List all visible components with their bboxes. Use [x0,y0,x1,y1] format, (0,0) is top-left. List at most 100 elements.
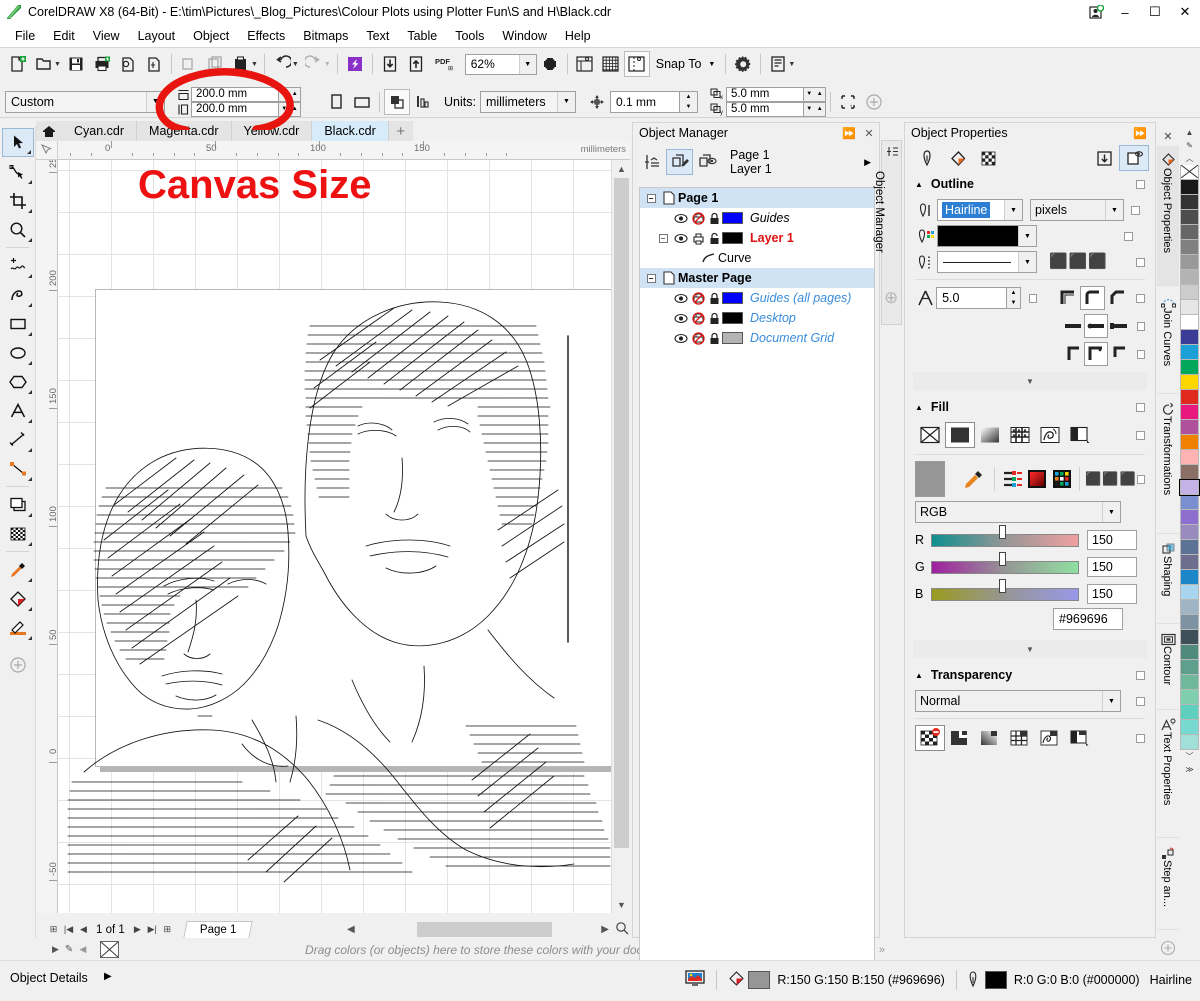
text-flyout-icon[interactable] [28,419,32,423]
ellipse-flyout-icon[interactable] [28,361,32,365]
fill-type-checkbox[interactable] [1136,431,1145,440]
no-transparency-icon[interactable] [915,725,945,751]
palette-swatch[interactable] [1180,240,1199,255]
blue-channel-value[interactable]: 150 [1087,584,1137,604]
rectangle-flyout-icon[interactable] [28,332,32,336]
landscape-orientation-button[interactable] [349,89,375,115]
bitmap-fill-icon[interactable] [1035,422,1065,448]
visibility-eye-icon[interactable] [672,233,689,244]
rail-item-contour[interactable]: Contour [1157,624,1179,710]
fill-section-expander[interactable]: ▼ [913,640,1147,658]
snap-to-menu[interactable]: Snap To ▼ [650,52,722,76]
insert-page-after-button[interactable]: ⊞ [160,921,175,938]
all-pages-button[interactable] [384,89,410,115]
color-proof-icon[interactable] [685,969,705,990]
add-docker-icon[interactable]: ⊕ [884,288,898,308]
page-tab-page1[interactable]: Page 1 [183,921,253,938]
merge-mode-combo[interactable]: Normal ▼ [915,690,1121,712]
no-color-swatch[interactable] [100,941,119,958]
tool-interactive-fill[interactable] [2,584,34,613]
palette-swatch[interactable] [1180,675,1199,690]
outline-width-checkbox[interactable] [1131,206,1140,215]
page-width-input[interactable]: 200.0 mm [191,87,279,102]
close-button[interactable]: ✕ [1170,0,1200,24]
show-rulers-icon[interactable] [572,51,598,77]
palette-swatch[interactable] [1180,375,1199,390]
butt-cap-button[interactable] [1061,314,1084,338]
expand-toggle-layer1[interactable]: − [654,234,672,243]
units-combo[interactable]: millimeters ▼ [480,91,576,113]
tool-parallel-dimension[interactable] [2,425,34,454]
gear-icon[interactable] [730,51,756,77]
layer-color-swatch[interactable] [722,292,743,304]
palette-scroll-right-icon[interactable]: ▶ [52,944,59,955]
duplicate-y-input[interactable]: 5.0 mm [726,102,804,117]
palette-swatch[interactable] [1180,510,1199,525]
miter-corner-button[interactable] [1055,286,1080,310]
canvas-vertical-scrollbar[interactable]: ▲ ▼ [611,160,630,913]
bitmap-pattern-transparency-icon[interactable] [1035,725,1065,751]
tool-ellipse[interactable] [2,338,34,367]
palette-swatch[interactable] [1180,255,1199,270]
edit-across-layers-icon[interactable] [666,149,693,175]
tool-zoom[interactable] [2,215,34,244]
outline-color-checkbox[interactable] [1124,232,1133,241]
palette-swatch[interactable] [1180,540,1199,555]
palette-swatch[interactable] [1180,420,1199,435]
edit-page-button[interactable] [835,89,861,115]
artistic-media-flyout-icon[interactable] [28,303,32,307]
palette-swatch[interactable] [1180,555,1199,570]
uniform-fill-icon[interactable] [945,422,975,448]
palette-swatch[interactable] [1180,720,1199,735]
nudge-distance-input[interactable]: 0.1 mm [610,91,680,113]
line-cap-checkbox[interactable] [1137,322,1145,331]
merge-mode-caret-icon[interactable]: ▼ [1102,691,1120,711]
palette-swatch[interactable] [1180,210,1199,225]
uniform-transparency-icon[interactable] [945,725,975,751]
object-manager-close-icon[interactable]: ✕ [859,124,879,142]
docker-rail-close-icon[interactable]: ✕ [1157,126,1179,146]
lock-icon[interactable] [707,332,722,345]
outline-color-status-swatch[interactable] [985,971,1007,989]
outline-style-combo[interactable]: ▼ [937,251,1037,273]
corner-checkbox[interactable] [1136,294,1145,303]
eyedropper-icon[interactable] [961,468,987,490]
rail-item-step-and-repeat[interactable]: Step an... [1157,838,1179,930]
outline-tab-icon[interactable] [913,145,943,171]
palette-swatch-none[interactable] [1180,165,1199,180]
menu-view[interactable]: View [84,25,129,47]
tool-freehand[interactable] [2,251,34,280]
scroll-right-icon[interactable]: ▶ [601,924,609,935]
palette-swatch[interactable] [1180,315,1199,330]
print-disabled-icon[interactable] [689,292,707,305]
zoom-level-combo[interactable]: 62% ▼ [465,54,537,75]
zoom-dropdown-arrow-icon[interactable]: ▼ [519,55,536,74]
connector-flyout-icon[interactable] [28,477,32,481]
palette-swatch[interactable] [1180,180,1199,195]
redo-dropdown-caret-icon[interactable]: ▼ [324,61,331,68]
color-model-caret-icon[interactable]: ▼ [1102,502,1120,522]
object-manager-pin-icon[interactable] [886,145,899,161]
palette-swatch[interactable] [1180,465,1199,480]
behind-fill-button[interactable] [1061,342,1084,366]
palette-swatch[interactable] [1180,405,1199,420]
duplicate-x-spinner[interactable]: ▼▲ [804,87,826,102]
tool-artistic-media[interactable] [2,280,34,309]
miter-limit-checkbox[interactable] [1029,294,1038,303]
outline-section-header[interactable]: ▲ Outline [905,173,1155,195]
visibility-eye-icon[interactable] [672,293,689,304]
palette-edit-pencil-icon[interactable]: ✎ [1179,139,1200,152]
color-sliders-icon[interactable] [1000,469,1025,489]
object-manager-collapse-icon[interactable]: ⏩ [839,124,859,142]
line-art-portrait-sketch[interactable] [58,160,611,913]
show-grid-icon[interactable] [598,51,624,77]
rail-item-text-properties[interactable]: Text Properties [1157,710,1179,838]
unlock-icon[interactable] [707,232,722,245]
table-row[interactable]: − Layer 1 [640,228,874,248]
layer-manager-view-icon[interactable] [693,149,720,175]
import-properties-tab-icon[interactable] [1089,145,1119,171]
color-model-combo[interactable]: RGB ▼ [915,501,1121,523]
print-enabled-icon[interactable] [689,232,707,245]
scroll-up-icon[interactable]: ▲ [612,160,631,177]
tool-color-eyedropper[interactable] [2,555,34,584]
